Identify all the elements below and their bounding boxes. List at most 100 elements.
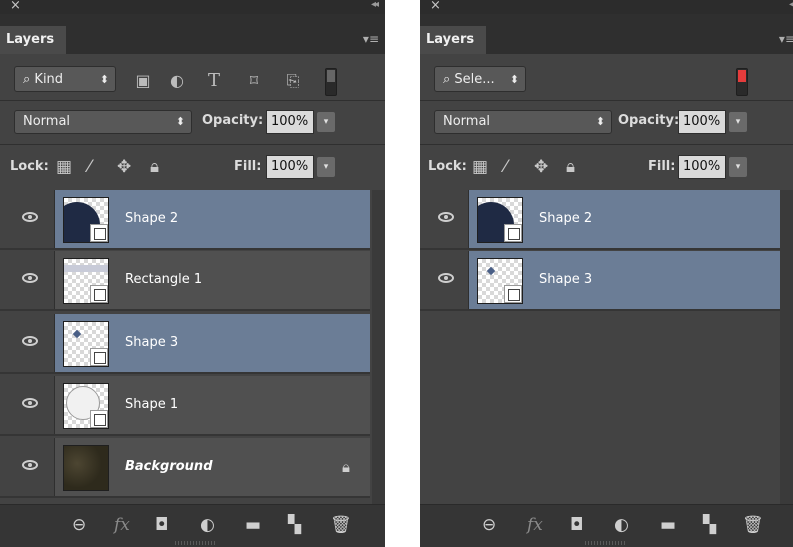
panel-title-bar: × ◂◂	[0, 0, 385, 14]
collapse-icon[interactable]: ◂◂	[789, 0, 793, 10]
fill-input[interactable]: 100%	[678, 155, 726, 179]
filter-kind-select[interactable]: ⌕ Sele... ⬍	[434, 66, 526, 92]
layer-row[interactable]: Shape 2	[0, 190, 370, 250]
opacity-input[interactable]: 100%	[678, 110, 726, 134]
opacity-dropdown-button[interactable]: ▾	[317, 112, 335, 132]
layers-list: Shape 2 Rectangle 1 Shape 3 Shape 1 Back…	[0, 190, 372, 505]
layer-name: Rectangle 1	[125, 272, 203, 287]
collapse-icon[interactable]: ◂◂	[371, 0, 379, 10]
stepper-arrows-icon: ⬍	[595, 115, 605, 128]
filter-toggle[interactable]	[325, 68, 337, 96]
fx-icon[interactable]: fx	[114, 515, 130, 535]
trash-icon[interactable]: 🗑︎	[742, 515, 764, 535]
panel-title-bar: × ◂◂	[420, 0, 793, 14]
resize-grip[interactable]	[175, 541, 215, 545]
layer-row[interactable]: Shape 3	[0, 314, 370, 374]
visibility-eye-icon[interactable]	[438, 273, 454, 283]
fill-label: Fill:	[234, 159, 262, 174]
fill-input[interactable]: 100%	[266, 155, 314, 179]
layer-thumbnail	[477, 258, 523, 304]
lock-all-icon[interactable]: 🔒︎	[150, 158, 159, 176]
visibility-eye-icon[interactable]	[22, 336, 38, 346]
tab-layers[interactable]: Layers	[420, 26, 486, 54]
visibility-eye-icon[interactable]	[22, 398, 38, 408]
filter-toggle[interactable]	[736, 68, 748, 96]
shape-filter-icon[interactable]: ⌑	[245, 72, 263, 90]
layer-name: Background	[125, 459, 213, 474]
layer-name: Shape 3	[539, 272, 593, 287]
opacity-input[interactable]: 100%	[266, 110, 314, 134]
layer-name: Shape 1	[125, 397, 179, 412]
link-layers-icon[interactable]: ⊖	[72, 515, 86, 535]
panel-menu-icon[interactable]: ▾≡	[363, 32, 379, 46]
tab-bar: Layers ▾≡	[0, 14, 385, 54]
stepper-arrows-icon: ⬍	[509, 73, 519, 86]
panel-footer: ⊖ fx ◘ ◐ ▬ ▚ 🗑︎	[0, 504, 385, 547]
layer-thumbnail	[63, 383, 109, 429]
lock-transparent-icon[interactable]: ▦	[472, 158, 488, 176]
search-icon: ⌕	[23, 72, 31, 87]
layer-row[interactable]: Shape 3	[420, 251, 780, 311]
fx-icon[interactable]: fx	[527, 515, 543, 535]
layers-scrollbar[interactable]	[780, 190, 793, 505]
layer-thumbnail	[63, 321, 109, 367]
panel-menu-icon[interactable]: ▾≡	[779, 32, 793, 46]
layer-name: Shape 3	[125, 335, 179, 350]
layers-scrollbar[interactable]	[372, 190, 385, 505]
vector-mask-icon	[504, 285, 522, 303]
layers-panel-left: × ◂◂ Layers ▾≡ ⌕ Kind ⬍ ▣ ◐ T ⌑ ⎘ Normal…	[0, 0, 385, 547]
adjustment-filter-icon[interactable]: ◐	[168, 72, 186, 90]
image-filter-icon[interactable]: ▣	[134, 72, 152, 90]
new-adjustment-icon[interactable]: ◐	[614, 515, 629, 535]
visibility-eye-icon[interactable]	[438, 212, 454, 222]
vector-mask-icon	[90, 285, 108, 303]
layer-row[interactable]: Rectangle 1	[0, 251, 370, 311]
opacity-label: Opacity:	[202, 113, 264, 128]
new-layer-icon[interactable]: ▚	[288, 515, 301, 535]
add-mask-icon[interactable]: ◘	[570, 515, 583, 535]
layer-thumbnail	[63, 258, 109, 304]
smart-object-filter-icon[interactable]: ⎘	[284, 72, 302, 90]
add-mask-icon[interactable]: ◘	[155, 515, 168, 535]
lock-transparent-icon[interactable]: ▦	[56, 158, 72, 176]
visibility-eye-icon[interactable]	[22, 273, 38, 283]
blend-row: Normal ⬍ Opacity: 100% ▾	[0, 100, 385, 144]
link-layers-icon[interactable]: ⊖	[482, 515, 496, 535]
layers-list: Shape 2 Shape 3	[420, 190, 780, 505]
vector-mask-icon	[90, 224, 108, 242]
layer-row[interactable]: Shape 1	[0, 376, 370, 436]
opacity-dropdown-button[interactable]: ▾	[729, 112, 747, 132]
new-adjustment-icon[interactable]: ◐	[200, 515, 215, 535]
fill-dropdown-button[interactable]: ▾	[729, 157, 747, 177]
filter-row: ⌕ Sele... ⬍	[420, 54, 793, 100]
blend-mode-select[interactable]: Normal ⬍	[14, 110, 192, 134]
lock-position-icon[interactable]: ✥	[534, 158, 548, 176]
tab-layers[interactable]: Layers	[0, 26, 66, 54]
stepper-arrows-icon: ⬍	[99, 73, 109, 86]
lock-pixels-icon[interactable]: ⁄	[504, 158, 507, 176]
layer-thumbnail	[63, 197, 109, 243]
lock-pixels-icon[interactable]: ⁄	[88, 158, 91, 176]
type-filter-icon[interactable]: T	[205, 72, 223, 90]
layer-thumbnail	[63, 445, 109, 491]
stepper-arrows-icon: ⬍	[175, 115, 185, 128]
fill-dropdown-button[interactable]: ▾	[317, 157, 335, 177]
layer-row[interactable]: Shape 2	[420, 190, 780, 250]
blend-row: Normal ⬍ Opacity: 100% ▾	[420, 100, 793, 144]
blend-mode-select[interactable]: Normal ⬍	[434, 110, 612, 134]
new-group-icon[interactable]: ▬	[660, 515, 676, 535]
lock-all-icon[interactable]: 🔒︎	[566, 158, 575, 176]
lock-position-icon[interactable]: ✥	[117, 158, 131, 176]
visibility-eye-icon[interactable]	[22, 212, 38, 222]
resize-grip[interactable]	[585, 541, 625, 545]
new-layer-icon[interactable]: ▚	[703, 515, 716, 535]
close-icon[interactable]: ×	[430, 0, 441, 13]
layer-name: Shape 2	[539, 211, 593, 226]
visibility-eye-icon[interactable]	[22, 460, 38, 470]
layer-row[interactable]: Background 🔒︎	[0, 438, 370, 498]
close-icon[interactable]: ×	[10, 0, 21, 13]
lock-label: Lock:	[10, 159, 49, 174]
trash-icon[interactable]: 🗑︎	[330, 515, 352, 535]
new-group-icon[interactable]: ▬	[245, 515, 261, 535]
filter-kind-select[interactable]: ⌕ Kind ⬍	[14, 66, 116, 92]
